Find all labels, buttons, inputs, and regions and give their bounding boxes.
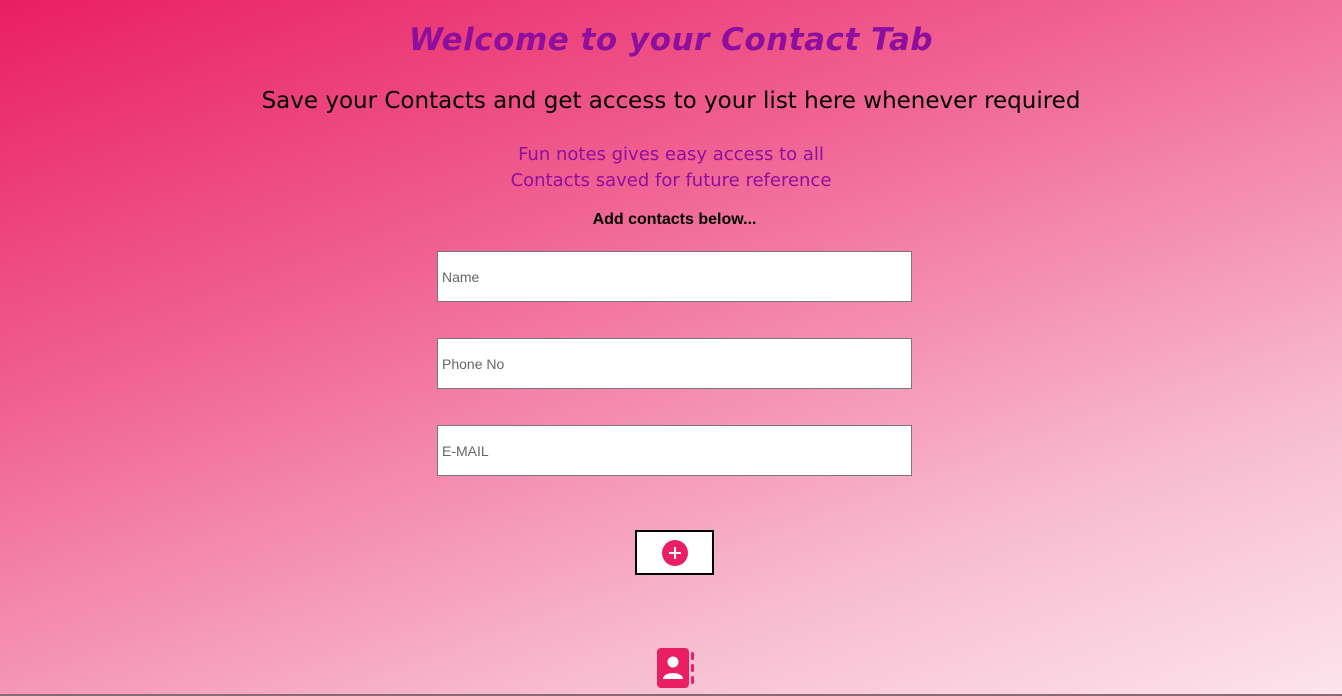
add-contact-button[interactable] bbox=[635, 530, 714, 575]
page-subtitle: Save your Contacts and get access to you… bbox=[261, 88, 1081, 114]
tagline: Fun notes gives easy access to all Conta… bbox=[0, 142, 1342, 194]
name-input[interactable] bbox=[437, 251, 912, 302]
page-title: Welcome to your Contact Tab bbox=[408, 22, 934, 58]
add-contacts-label: Add contacts below... bbox=[592, 211, 757, 228]
phone-input[interactable] bbox=[437, 338, 912, 389]
address-book-icon[interactable] bbox=[656, 646, 696, 690]
tagline-line-1: Fun notes gives easy access to all bbox=[518, 144, 824, 165]
tagline-line-2: Contacts saved for future reference bbox=[510, 170, 832, 191]
email-input[interactable] bbox=[437, 425, 912, 476]
plus-circle-icon bbox=[662, 540, 688, 566]
